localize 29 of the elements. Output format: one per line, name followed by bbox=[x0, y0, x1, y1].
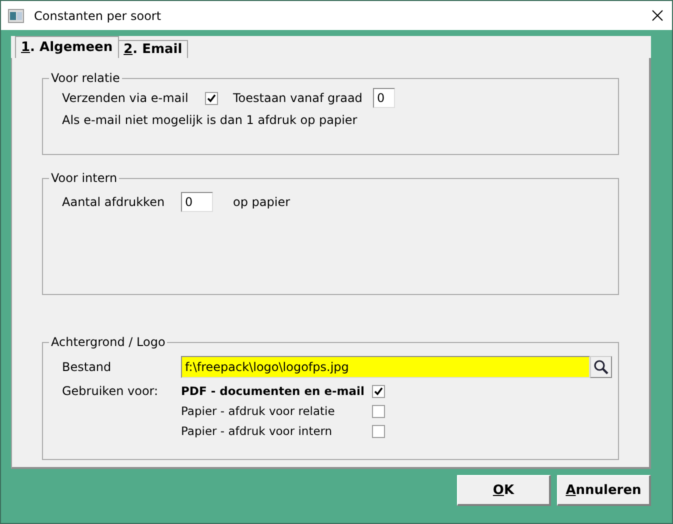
option-label: PDF - documenten en e-mail bbox=[181, 384, 366, 398]
option-label: Papier - afdruk voor relatie bbox=[181, 404, 336, 418]
field-label: Toestaan vanaf graad bbox=[233, 91, 364, 105]
group-label: Voor relatie bbox=[50, 71, 121, 85]
input-field[interactable]: 0 bbox=[373, 88, 395, 108]
field-label: Gebruiken voor: bbox=[62, 383, 160, 400]
checkbox[interactable] bbox=[205, 92, 218, 104]
dialog-button[interactable]: OK bbox=[457, 475, 551, 506]
option-label: Papier - afdruk voor intern bbox=[181, 424, 334, 438]
search-icon bbox=[593, 359, 609, 375]
group-label: Voor intern bbox=[50, 171, 118, 185]
tab[interactable]: 2. Email bbox=[118, 40, 188, 58]
tab[interactable]: 1. Algemeen bbox=[15, 36, 119, 58]
group-label: Achtergrond / Logo bbox=[50, 335, 166, 349]
field-label: Verzenden via e-mail bbox=[62, 91, 190, 105]
checkbox[interactable] bbox=[372, 424, 385, 438]
input-field[interactable]: f:\freepack\logo\logofps.jpg bbox=[181, 356, 590, 378]
field-label: Bestand bbox=[62, 360, 112, 374]
input-field[interactable]: 0 bbox=[181, 192, 213, 212]
dialog-button[interactable]: Annuleren bbox=[557, 475, 651, 506]
app-icon bbox=[8, 8, 24, 22]
search-button[interactable] bbox=[590, 356, 612, 378]
checkbox[interactable] bbox=[372, 404, 385, 418]
note-text: Als e-mail niet mogelijk is dan 1 afdruk op papier bbox=[62, 113, 358, 127]
field-label: op papier bbox=[233, 195, 290, 209]
close-icon bbox=[652, 10, 662, 21]
field-label: Aantal afdrukken bbox=[62, 195, 166, 209]
window-title: Constanten per soort bbox=[34, 8, 162, 22]
checkbox[interactable] bbox=[372, 384, 385, 398]
